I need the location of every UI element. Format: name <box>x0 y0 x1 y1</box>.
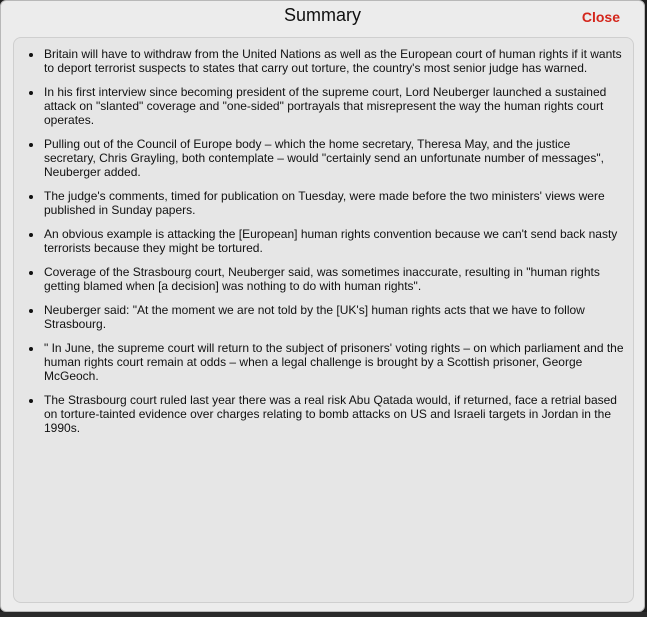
list-item: Pulling out of the Council of Europe bod… <box>29 137 625 179</box>
list-item: Neuberger said: "At the moment we are no… <box>29 303 625 331</box>
list-item-text: Pulling out of the Council of Europe bod… <box>44 137 604 179</box>
list-item: Britain will have to withdraw from the U… <box>29 47 625 75</box>
bullet-icon <box>29 399 33 403</box>
list-item-text: Coverage of the Strasbourg court, Neuber… <box>44 265 600 293</box>
bullet-icon <box>29 53 33 57</box>
bullet-icon <box>29 233 33 237</box>
dialog-title: Summary <box>283 5 361 25</box>
list-item: " In June, the supreme court will return… <box>29 341 625 383</box>
bullet-icon <box>29 347 33 351</box>
list-item-text: An obvious example is attacking the [Eur… <box>44 227 618 255</box>
list-item-text: In his first interview since becoming pr… <box>44 85 607 127</box>
list-item: The judge's comments, timed for publicat… <box>29 189 625 217</box>
list-item-text: The judge's comments, timed for publicat… <box>44 189 605 217</box>
bullet-icon <box>29 143 33 147</box>
close-button[interactable]: Close <box>582 9 620 25</box>
summary-list: Britain will have to withdraw from the U… <box>14 38 633 435</box>
background-strip <box>0 612 647 617</box>
bullet-icon <box>29 309 33 313</box>
list-item-text: The Strasbourg court ruled last year the… <box>44 393 617 435</box>
list-item: The Strasbourg court ruled last year the… <box>29 393 625 435</box>
list-item-text: " In June, the supreme court will return… <box>44 341 624 383</box>
bullet-icon <box>29 271 33 275</box>
list-item-text: Britain will have to withdraw from the U… <box>44 47 622 75</box>
bullet-icon <box>29 195 33 199</box>
list-item: Coverage of the Strasbourg court, Neuber… <box>29 265 625 293</box>
summary-panel: Britain will have to withdraw from the U… <box>13 37 634 603</box>
list-item: An obvious example is attacking the [Eur… <box>29 227 625 255</box>
bullet-icon <box>29 91 33 95</box>
summary-dialog: Summary Close Britain will have to withd… <box>0 0 645 612</box>
list-item: In his first interview since becoming pr… <box>29 85 625 127</box>
list-item-text: Neuberger said: "At the moment we are no… <box>44 303 585 331</box>
